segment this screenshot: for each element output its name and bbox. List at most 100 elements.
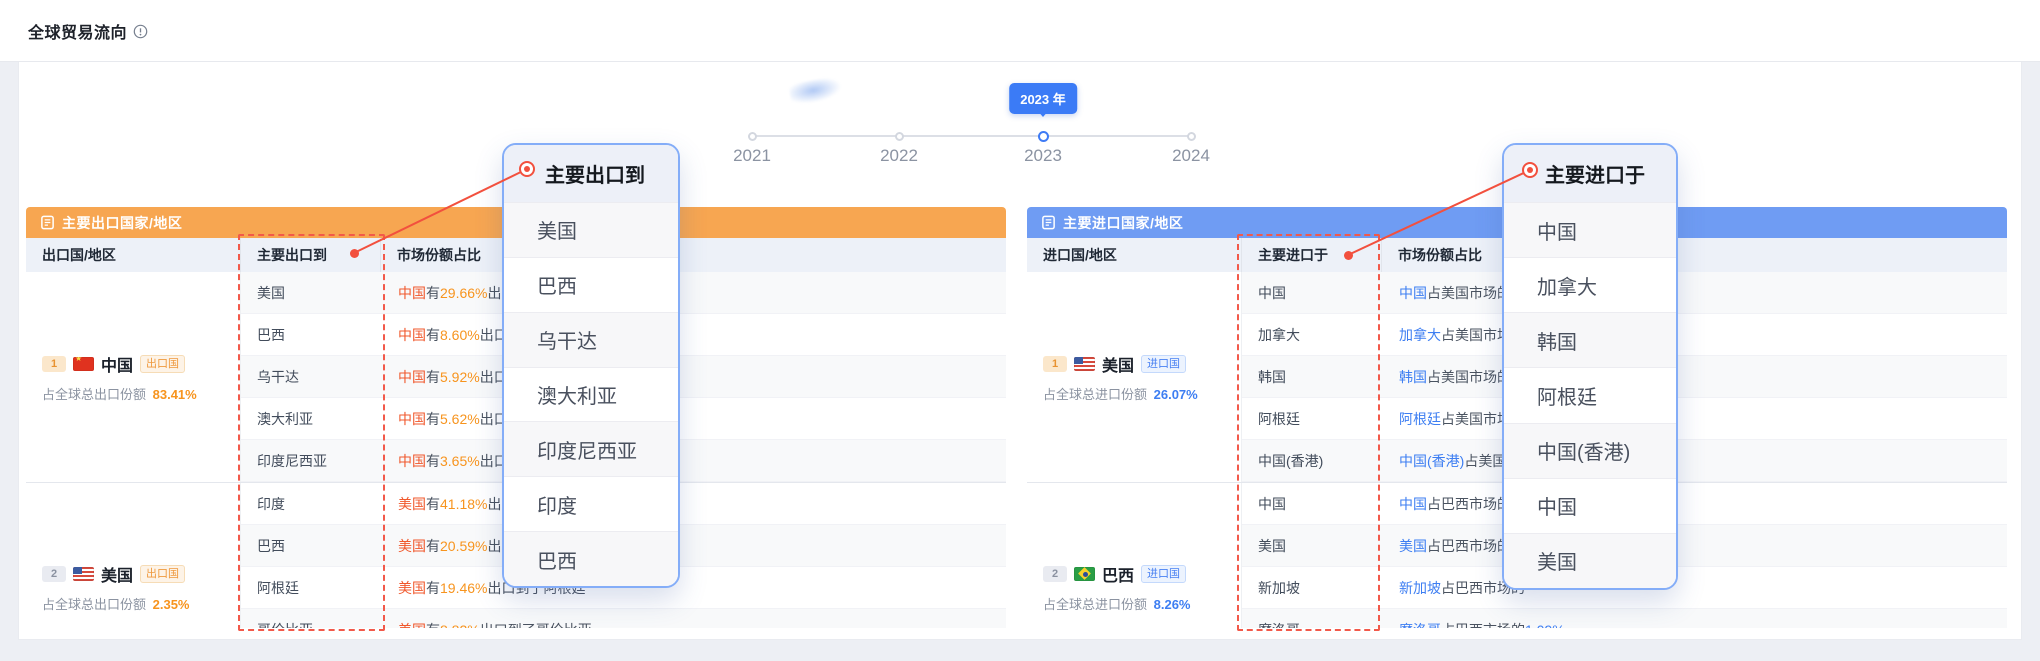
- year-dot-2024[interactable]: [1187, 132, 1196, 141]
- share-country: 美国: [398, 620, 426, 629]
- import-table-title: 主要进口国家/地区: [1063, 213, 1183, 233]
- import-column-popup: 主要进口于 中国 加拿大 韩国 阿根廷 中国(香港) 中国 美国: [1502, 143, 1678, 590]
- popup-list-item[interactable]: 阿根廷: [1504, 367, 1676, 422]
- share-country: 新加坡: [1399, 578, 1441, 598]
- role-badge: 进口国: [1141, 355, 1186, 373]
- brazil-flag-icon: [1074, 567, 1095, 581]
- share-text: 占巴西市场的: [1427, 494, 1511, 514]
- market-share-cell: 美国有 41.18% 出口到了印度: [381, 483, 1006, 524]
- export-column-marker-dot: [350, 249, 359, 258]
- red-target-icon: [519, 161, 535, 177]
- page-title: 全球贸易流向: [28, 19, 127, 43]
- popup-list-item[interactable]: 中国: [1504, 478, 1676, 533]
- year-label-2022[interactable]: 2022: [880, 146, 918, 166]
- role-badge: 进口国: [1141, 565, 1186, 583]
- market-share-cell: 中国占美国市场的: [1382, 272, 2007, 313]
- share-country: 美国: [398, 536, 426, 556]
- year-dot-2022[interactable]: [895, 132, 904, 141]
- rank-badge: 2: [1043, 566, 1067, 582]
- share-country: 中国: [398, 283, 426, 303]
- share-text: 占美国市场的: [1427, 367, 1511, 387]
- rank-badge: 1: [1043, 356, 1067, 372]
- country-group-cell: 1 美国 进口国 占全球总进口份额 26.07%: [1027, 272, 1242, 482]
- share-percent: 8.60%: [440, 327, 480, 343]
- country-group-cell: 1 中国 出口国 占全球总出口份额 83.41%: [26, 272, 241, 482]
- info-circle-icon[interactable]: [133, 24, 148, 39]
- market-share-cell: 美国有 8.82% 出口到了哥伦比亚: [381, 609, 1006, 628]
- popup-list-item[interactable]: 印度: [504, 476, 678, 531]
- country-line: 2 美国 出口国: [42, 562, 240, 586]
- page-header: 全球贸易流向: [0, 0, 2040, 62]
- popup-list-item[interactable]: 美国: [504, 202, 678, 257]
- share-text: 有: [426, 409, 440, 429]
- year-dot-2021[interactable]: [748, 132, 757, 141]
- share-country: 中国: [1399, 494, 1427, 514]
- share-percent: 3.65%: [440, 453, 480, 469]
- country-line: 2 巴西 进口国: [1043, 562, 1241, 586]
- popup-list-item[interactable]: 韩国: [1504, 312, 1676, 367]
- global-share-value: 8.26%: [1154, 597, 1191, 612]
- popup-list-item[interactable]: 加拿大: [1504, 257, 1676, 312]
- share-percent: 1.09%: [1525, 622, 1565, 629]
- popup-list-item[interactable]: 巴西: [504, 257, 678, 312]
- global-share-label: 占全球总出口份额: [42, 597, 150, 612]
- clipboard-list-icon: [40, 215, 55, 230]
- share-percent: 5.62%: [440, 411, 480, 427]
- export-column-popup: 主要出口到 美国 巴西 乌干达 澳大利亚 印度尼西亚 印度 巴西: [502, 143, 680, 588]
- global-share-value: 83.41%: [153, 387, 197, 402]
- export-table-title: 主要出口国家/地区: [62, 213, 182, 233]
- popup-list-item[interactable]: 美国: [1504, 533, 1676, 588]
- popup-list-item[interactable]: 巴西: [504, 531, 678, 586]
- share-percent: 41.18%: [440, 496, 487, 512]
- share-percent: 5.92%: [440, 369, 480, 385]
- share-country: 中国(香港): [1399, 451, 1464, 471]
- market-share-cell: 中国占巴西市场的: [1382, 483, 2007, 524]
- popup-list-item[interactable]: 澳大利亚: [504, 367, 678, 422]
- usa-flag-icon: [73, 567, 94, 581]
- role-badge: 出口国: [140, 355, 185, 373]
- page-title-row: 全球贸易流向: [28, 19, 148, 43]
- import-popup-list: 中国 加拿大 韩国 阿根廷 中国(香港) 中国 美国: [1504, 202, 1676, 588]
- share-text: 有: [426, 451, 440, 471]
- market-share-cell: 中国有 5.62% 出口到了澳大利亚: [381, 398, 1006, 439]
- year-label-2024[interactable]: 2024: [1172, 146, 1210, 166]
- market-share-cell: 韩国占美国市场的: [1382, 356, 2007, 397]
- import-column-marker-dot: [1344, 251, 1353, 260]
- market-share-cell: 中国(香港)占美国市场的: [1382, 440, 2007, 481]
- role-badge: 出口国: [140, 565, 185, 583]
- year-label-2021[interactable]: 2021: [733, 146, 771, 166]
- global-share-line: 占全球总出口份额 2.35%: [42, 594, 240, 613]
- share-text: 有: [426, 578, 440, 598]
- market-share-cell: 阿根廷占美国市场的: [1382, 398, 2007, 439]
- market-share-cell: 美国占巴西市场的: [1382, 525, 2007, 566]
- popup-list-item[interactable]: 中国: [1504, 202, 1676, 257]
- year-slider-track[interactable]: [752, 135, 1192, 137]
- year-label-2023[interactable]: 2023: [1024, 146, 1062, 166]
- popup-list-item[interactable]: 乌干达: [504, 312, 678, 367]
- share-country: 美国: [398, 578, 426, 598]
- column-header: 市场份额占比: [381, 238, 1006, 272]
- share-text: 有: [426, 367, 440, 387]
- country-name: 美国: [1102, 352, 1134, 376]
- market-share-cell: 中国有 29.66% 出口到了美国: [381, 272, 1006, 313]
- country-name: 巴西: [1102, 562, 1134, 586]
- share-country: 中国: [398, 451, 426, 471]
- global-share-value: 2.35%: [153, 597, 190, 612]
- share-text: 占美国市场的: [1427, 283, 1511, 303]
- column-header: 进口国/地区: [1027, 238, 1242, 272]
- popup-list-item[interactable]: 印度尼西亚: [504, 421, 678, 476]
- popup-list-item[interactable]: 中国(香港): [1504, 423, 1676, 478]
- year-dot-2023[interactable]: [1038, 131, 1049, 142]
- clipboard-list-icon: [1041, 215, 1056, 230]
- market-share-cell: 中国有 8.60% 出口到了巴西: [381, 314, 1006, 355]
- share-country: 加拿大: [1399, 325, 1441, 345]
- market-share-cell: 加拿大占美国市场的: [1382, 314, 2007, 355]
- china-flag-icon: [73, 357, 94, 371]
- country-name: 美国: [101, 562, 133, 586]
- import-column-highlight: [1237, 234, 1380, 631]
- share-text: 有: [426, 325, 440, 345]
- share-percent: 19.46%: [440, 580, 487, 596]
- country-group-cell: 2 巴西 进口国 占全球总进口份额 8.26%: [1027, 483, 1242, 628]
- global-share-value: 26.07%: [1154, 387, 1198, 402]
- global-share-line: 占全球总出口份额 83.41%: [42, 384, 240, 403]
